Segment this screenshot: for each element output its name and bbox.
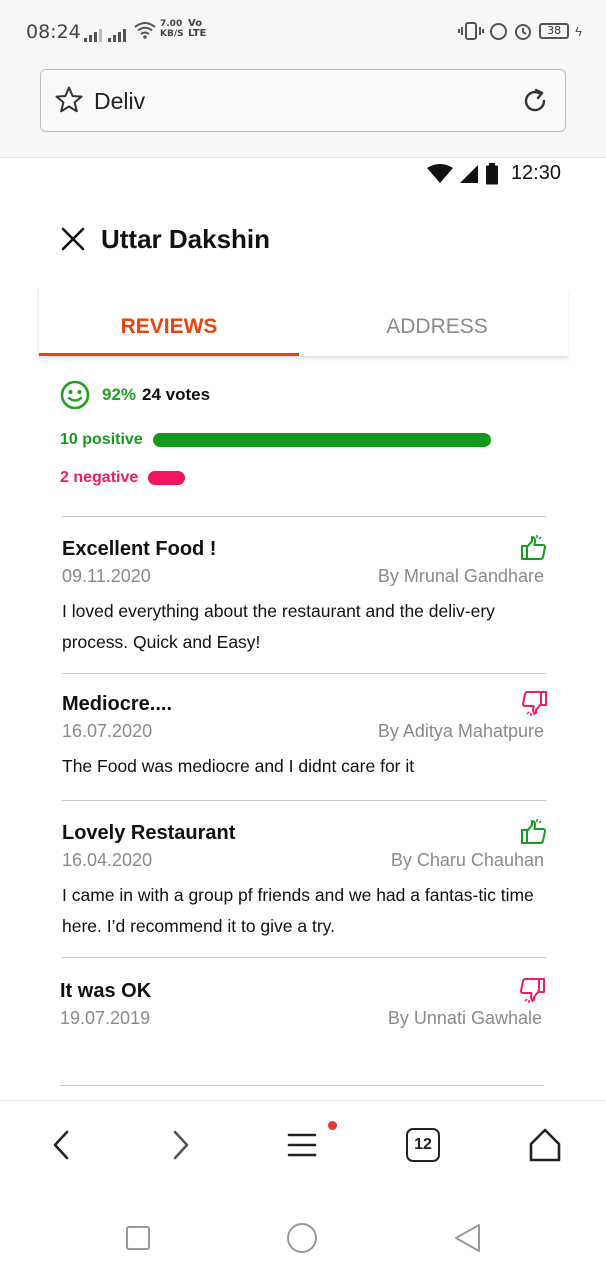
vibrate-icon — [458, 22, 485, 40]
battery-icon — [485, 162, 498, 184]
review-item[interactable]: Excellent Food ! 09.11.2020 By Mrunal Ga… — [62, 535, 548, 658]
device-status-bar: 08:24 7.00 KB/S Vo LTE 38 ϟ — [0, 0, 606, 62]
network-speed: 7.00 KB/S — [160, 19, 184, 39]
system-nav-bar — [0, 1190, 606, 1280]
back-triangle-icon[interactable] — [452, 1222, 484, 1254]
signal-strength-icon-2 — [108, 24, 128, 42]
vote-count: 24 votes — [142, 385, 211, 404]
recents-square-icon[interactable] — [122, 1222, 154, 1254]
review-title: Excellent Food ! — [62, 538, 217, 560]
negative-label: 2 negative — [60, 469, 139, 486]
positive-label: 10 positive — [60, 431, 143, 448]
tabs-button[interactable]: 12 — [406, 1128, 440, 1162]
wifi-icon — [426, 163, 453, 183]
address-bar[interactable]: Deliv — [40, 69, 566, 132]
data-saver-icon — [490, 22, 508, 40]
divider — [62, 800, 546, 801]
review-author: By Unnati Gawhale — [387, 1008, 542, 1028]
alarm-icon — [515, 24, 532, 40]
volte-indicator: Vo LTE — [188, 18, 207, 39]
rating-percent: 92% — [102, 385, 137, 404]
reload-icon[interactable] — [520, 86, 550, 116]
divider — [60, 1085, 544, 1086]
tab-bar: REVIEWS ADDRESS — [38, 288, 568, 356]
review-body: The Food was mediocre and I didnt care f… — [62, 756, 415, 776]
thumbs-down-icon — [522, 691, 547, 716]
review-item[interactable]: Lovely Restaurant 16.04.2020 By Charu Ch… — [62, 819, 548, 942]
signal-strength-icon — [84, 24, 104, 42]
review-title: It was OK — [60, 980, 152, 1002]
divider — [62, 516, 546, 517]
review-date: 16.07.2020 — [62, 721, 153, 741]
review-author: By Mrunal Gandhare — [377, 566, 544, 586]
negative-bar-track — [148, 471, 486, 485]
menu-icon[interactable] — [283, 1125, 323, 1165]
review-date: 19.07.2019 — [60, 1008, 151, 1028]
battery-icon: 38 — [539, 23, 570, 39]
tab-reviews[interactable]: REVIEWS — [39, 288, 299, 356]
browser-toolbar: Deliv — [0, 62, 606, 158]
review-title: Lovely Restaurant — [62, 822, 236, 844]
back-icon[interactable] — [42, 1125, 82, 1165]
wifi-icon — [134, 22, 156, 39]
app-status-bar: 12:30 — [0, 158, 606, 194]
review-item[interactable]: It was OK 19.07.2019 By Unnati Gawhale — [60, 978, 546, 1050]
page-title: Uttar Dakshin — [101, 223, 271, 254]
notification-dot — [328, 1121, 337, 1130]
positive-bar-track — [152, 433, 491, 447]
status-icons: 38 ϟ — [458, 20, 582, 42]
review-author: By Charu Chauhan — [390, 850, 544, 870]
review-author: By Aditya Mahatpure — [377, 721, 544, 741]
charging-icon: ϟ — [575, 23, 582, 39]
review-date: 16.04.2020 — [62, 850, 153, 870]
url-text[interactable]: Deliv — [94, 88, 145, 115]
divider — [62, 957, 546, 958]
rating-summary: 92% 24 votes — [60, 380, 210, 410]
app-status-time: 12:30 — [510, 162, 561, 184]
cell-signal-icon — [459, 164, 478, 183]
smiley-icon — [60, 380, 90, 410]
positive-bar-fill — [152, 433, 491, 447]
bookmark-star-icon[interactable] — [54, 85, 84, 115]
review-title: Mediocre.... — [62, 693, 173, 715]
review-date: 09.11.2020 — [62, 566, 151, 586]
tab-address[interactable]: ADDRESS — [307, 288, 567, 356]
home-icon[interactable] — [525, 1125, 565, 1165]
browser-bottom-nav: 12 — [0, 1100, 606, 1190]
home-circle-icon[interactable] — [286, 1222, 318, 1254]
thumbs-up-icon — [521, 535, 546, 560]
review-body: I loved everything about the restaurant … — [62, 601, 495, 652]
thumbs-up-icon — [521, 819, 546, 844]
divider — [62, 673, 546, 674]
thumbs-down-icon — [520, 978, 545, 1003]
review-item[interactable]: Mediocre.... 16.07.2020 By Aditya Mahatp… — [62, 691, 548, 783]
negative-bar-fill — [148, 471, 186, 485]
close-icon[interactable] — [60, 226, 86, 252]
positive-bar-row: 10 positive — [60, 428, 491, 452]
page-header: Uttar Dakshin — [60, 222, 270, 256]
forward-icon[interactable] — [160, 1125, 200, 1165]
review-body: I came in with a group pf friends and we… — [62, 885, 534, 936]
device-time: 08:24 — [26, 21, 81, 43]
negative-bar-row: 2 negative — [60, 466, 486, 490]
